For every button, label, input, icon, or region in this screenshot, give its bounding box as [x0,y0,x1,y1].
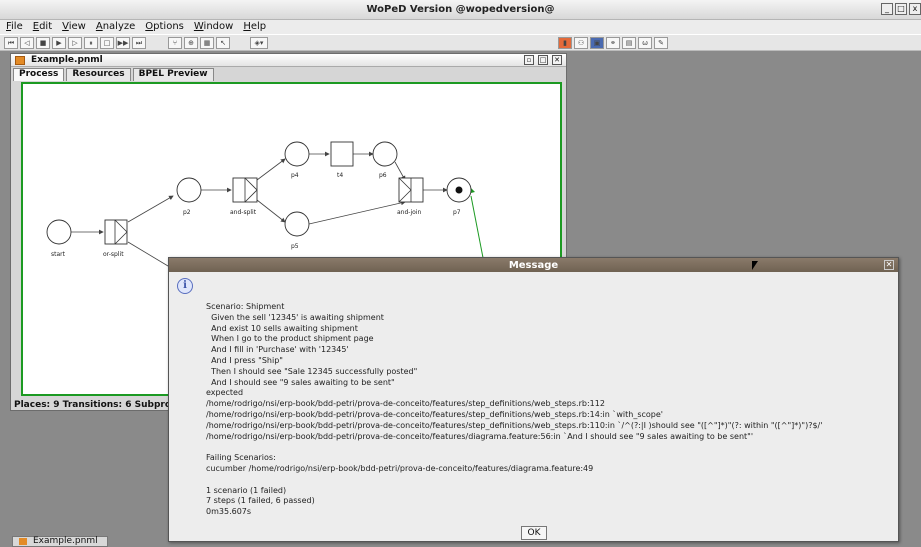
label-p7: p7 [453,209,461,216]
document-close-icon[interactable]: ✕ [552,55,562,65]
step-last-icon[interactable]: ⏭ [132,37,146,49]
token-icon [455,186,463,194]
window-icon[interactable]: ▣ [590,37,604,49]
tab-resources[interactable]: Resources [66,68,131,81]
info-icon: i [177,278,193,294]
dialog-message-line: /home/rodrigo/nsi/erp-book/bdd-petri/pro… [206,420,823,430]
minimize-button[interactable]: _ [881,3,893,15]
stop-icon[interactable]: ■ [36,37,50,49]
document-title: Example.pnml [31,55,103,65]
mouse-cursor-icon [752,261,758,270]
dialog-close-icon[interactable]: ✕ [884,260,894,270]
label-start: start [51,251,66,258]
label-p4: p4 [291,172,299,179]
app-title: WoPeD Version @wopedversion@ [366,4,555,15]
token-game-icon[interactable]: ◈▾ [250,37,268,49]
document-maximize-icon[interactable]: □ [538,55,548,65]
dialog-title-bar[interactable]: Message ✕ [169,258,898,272]
dialog-message-line: When I go to the product shipment page [206,334,374,344]
dialog-message-line: And I press "Ship" [206,355,283,365]
dialog-message: Scenario: Shipment Given the sell '12345… [206,302,896,518]
transition-or-split[interactable] [104,219,128,245]
pointer-icon[interactable]: ↖ [216,37,230,49]
tab-bpel-preview[interactable]: BPEL Preview [132,68,214,81]
resources-icon[interactable]: ⚇ [574,37,588,49]
app-title-bar: WoPeD Version @wopedversion@ _ □ x [0,0,921,20]
dialog-message-line: /home/rodrigo/nsi/erp-book/bdd-petri/pro… [206,399,605,409]
document-icon [15,56,25,65]
dialog-message-line: /home/rodrigo/nsi/erp-book/bdd-petri/pro… [206,409,663,419]
menu-view[interactable]: View [62,20,86,34]
place-p2[interactable] [176,177,202,203]
label-p2: p2 [183,209,191,216]
dialog-message-line: 7 steps (1 failed, 6 passed) [206,496,315,506]
menu-window[interactable]: Window [194,20,233,34]
menu-file[interactable]: File [6,20,23,34]
pause-icon[interactable]: ⏸ [84,37,98,49]
document-title-bar: Example.pnml ▫ □ ✕ [11,54,566,67]
zoom-icon[interactable]: ⊕ [184,37,198,49]
export-icon[interactable]: ▮ [558,37,572,49]
menu-edit[interactable]: Edit [33,20,52,34]
brush-icon[interactable]: ✎ [654,37,668,49]
dialog-message-line: 1 scenario (1 failed) [206,485,287,495]
dialog-message-line [206,475,896,486]
label-p6: p6 [379,172,387,179]
document-minimize-icon[interactable]: ▫ [524,55,534,65]
step-back-icon[interactable]: ◁ [20,37,34,49]
place-p4[interactable] [284,141,310,167]
dialog-message-line [206,442,896,453]
label-p5: p5 [291,243,299,250]
dialog-message-line: 0m35.607s [206,507,252,517]
square-icon[interactable]: □ [100,37,114,49]
toolbar: ⏮ ◁ ■ ▶ ▷ ⏸ □ ▶▶ ⏭ ⑂ ⊕ ▦ ↖ ◈▾ ▮ ⚇ ▣ ⚭ ▤ … [0,34,921,51]
taskbar-item-label: Example.pnml [33,536,98,546]
dialog-message-line: cucumber /home/rodrigo/nsi/erp-book/bdd-… [206,463,594,473]
dialog-message-line: Given the sell '12345' is awaiting shipm… [206,312,384,322]
label-t4: t4 [337,172,343,179]
label-or-split: or-split [103,251,124,258]
close-button[interactable]: x [909,3,921,15]
save-icon[interactable]: ▤ [622,37,636,49]
branch-icon[interactable]: ⑂ [168,37,182,49]
window-controls: _ □ x [881,3,921,15]
step-forward-icon[interactable]: ▷ [68,37,82,49]
maximize-button[interactable]: □ [895,3,907,15]
document-tabs: Process Resources BPEL Preview [13,68,214,81]
document-controls: ▫ □ ✕ [524,55,562,65]
transition-t4[interactable] [330,141,354,167]
place-start[interactable] [46,219,72,245]
dialog-message-line: And exist 10 sells awaiting shipment [206,323,358,333]
dialog-message-line: /home/rodrigo/nsi/erp-book/bdd-petri/pro… [206,431,754,441]
menu-bar: File Edit View Analyze Options Window He… [0,20,921,34]
message-dialog: Message ✕ i Scenario: Shipment Given the… [168,257,899,542]
menu-options[interactable]: Options [145,20,184,34]
label-and-split: and-split [230,209,257,216]
fast-forward-icon[interactable]: ▶▶ [116,37,130,49]
tab-process[interactable]: Process [13,68,65,81]
menu-help[interactable]: Help [243,20,266,34]
place-p6[interactable] [372,141,398,167]
play-icon[interactable]: ▶ [52,37,66,49]
place-p5[interactable] [284,211,310,237]
dialog-message-line: Failing Scenarios: [206,453,276,463]
step-first-icon[interactable]: ⏮ [4,37,18,49]
dialog-message-line: Then I should see "Sale 12345 successful… [206,366,418,376]
grid-icon[interactable]: ▦ [200,37,214,49]
label-and-join: and-join [397,209,421,216]
dialog-message-line: expected [206,388,244,398]
ok-button[interactable]: OK [521,526,547,540]
taskbar-item-document[interactable]: Example.pnml [12,536,108,547]
dialog-message-line: Scenario: Shipment [206,302,285,311]
dialog-message-line: And I fill in 'Purchase' with '12345' [206,345,349,355]
network-icon[interactable]: ⚭ [606,37,620,49]
dialog-message-line: And I should see "9 sales awaiting to be… [206,377,395,387]
dialog-title: Message [508,260,559,271]
menu-analyze[interactable]: Analyze [96,20,135,34]
document-icon [19,538,27,545]
omega-icon[interactable]: ω [638,37,652,49]
